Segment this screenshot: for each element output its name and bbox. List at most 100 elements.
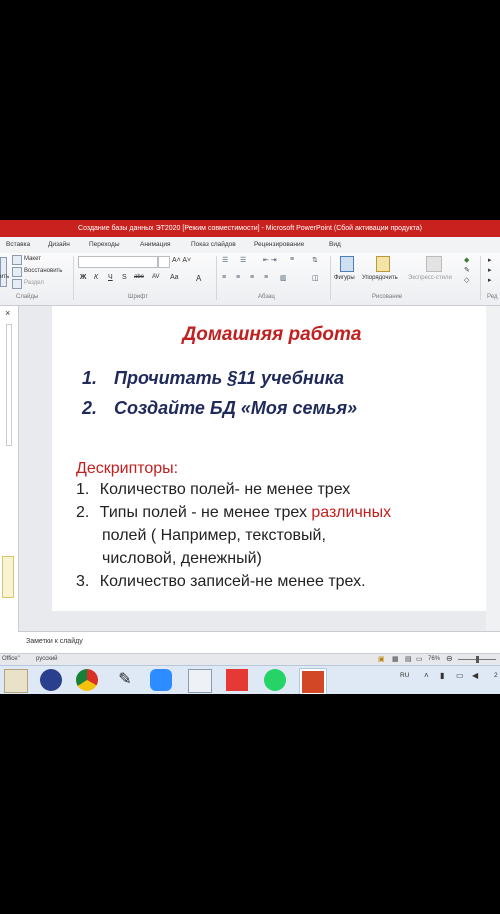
shape-effects-icon[interactable]: ◇ <box>464 276 469 284</box>
close-pane-icon[interactable]: × <box>5 308 10 318</box>
language-indicator[interactable]: русский <box>36 656 58 662</box>
font-name-combo[interactable] <box>78 256 158 268</box>
powerpoint-icon[interactable] <box>299 668 327 694</box>
align-center-icon[interactable]: ≡ <box>236 274 240 281</box>
tab-design[interactable]: Дизайн <box>48 241 70 248</box>
tab-review[interactable]: Рецензирование <box>254 241 304 248</box>
shape-outline-icon[interactable]: ✎ <box>464 266 470 274</box>
calculator-icon[interactable] <box>188 669 212 693</box>
reset-icon <box>12 267 22 277</box>
battery-icon[interactable]: ▭ <box>456 671 464 680</box>
strikethrough-button[interactable]: abe <box>134 274 144 280</box>
align-right-icon[interactable]: ≡ <box>250 274 254 281</box>
task-text: Прочитать §11 учебника <box>114 368 345 388</box>
indent-icon[interactable]: ⇤ ⇥ <box>263 256 277 264</box>
reading-view-icon[interactable]: ▤ <box>405 655 412 663</box>
zoom-app-icon[interactable] <box>150 669 172 691</box>
zoom-out-icon[interactable]: ⊖ <box>446 654 453 663</box>
spacing-button[interactable]: AV <box>152 274 160 280</box>
shape-fill-icon[interactable]: ◆ <box>464 256 469 264</box>
theme-name: Office" <box>2 656 20 662</box>
numbering-icon[interactable]: ☰ <box>240 256 246 264</box>
media-player-icon[interactable] <box>40 669 62 691</box>
replace-icon[interactable]: ▸ <box>488 266 492 274</box>
quick-styles-icon <box>426 256 442 272</box>
language-tray[interactable]: RU <box>400 672 409 679</box>
drawing-group-label: Рисование <box>372 294 403 300</box>
arrange-button[interactable]: Упорядочить <box>362 275 398 281</box>
descriptor-continuation: полей ( Например, текстовый, <box>102 527 326 544</box>
slides-pane-scrollbar[interactable] <box>6 324 12 446</box>
slideshow-icon[interactable]: ▭ <box>416 655 423 663</box>
descriptor-text: Количество записей-не менее трех. <box>99 573 366 590</box>
notes-placeholder: Заметки к слайду <box>26 638 83 645</box>
bullets-icon[interactable]: ☰ <box>222 256 228 264</box>
bold-button[interactable]: Ж <box>80 274 86 281</box>
font-size-combo[interactable] <box>158 256 170 268</box>
whatsapp-icon[interactable] <box>264 669 286 691</box>
tab-animations[interactable]: Анимация <box>140 241 171 248</box>
task-number: 1. <box>82 368 98 388</box>
group-divider <box>330 256 331 300</box>
italic-button[interactable]: К <box>94 274 98 281</box>
descriptor-item: 2. Типы полей - не менее трех различных <box>76 504 391 522</box>
descriptor-text: Типы полей - не менее трех <box>99 504 312 521</box>
align-left-icon[interactable]: ≡ <box>222 274 226 281</box>
grow-shrink-font-buttons[interactable]: A˄ A˅ <box>172 257 191 264</box>
paste-icon[interactable] <box>0 257 7 287</box>
slide-title: Домашняя работа <box>182 324 362 345</box>
tab-transitions[interactable]: Переходы <box>89 241 120 248</box>
text-direction-icon[interactable]: ⇅ <box>312 256 318 264</box>
volume-icon[interactable]: ◀ <box>472 671 478 680</box>
reset-button[interactable]: Восстановить <box>24 268 62 274</box>
arrange-icon <box>376 256 390 272</box>
shapes-button[interactable]: Фигуры <box>334 275 355 281</box>
tray-arrow-icon[interactable]: ˄ <box>424 671 429 680</box>
descriptors-heading: Дескрипторы: <box>76 460 179 477</box>
network-icon[interactable]: ▮ <box>440 671 444 680</box>
smartart-icon[interactable]: ◫ <box>312 274 319 282</box>
section-button[interactable]: Раздел <box>24 280 44 286</box>
font-color-button[interactable]: A <box>196 274 201 283</box>
font-group-label: Шрифт <box>128 294 148 300</box>
slide-sorter-icon[interactable]: ▦ <box>392 655 399 663</box>
select-icon[interactable]: ▸ <box>488 276 492 284</box>
ribbon: ить Макет Восстановить Раздел Слайды A˄ … <box>0 253 500 306</box>
work-area: × Домашняя работа 1. Прочитать §11 учебн… <box>0 306 500 631</box>
descriptor-number: 1. <box>76 481 90 498</box>
descriptor-text: Количество полей- не менее трех <box>99 481 351 498</box>
taskbar: ✎ RU ˄ ▮ ▭ ◀ 2 <box>0 665 500 694</box>
tab-view[interactable]: Вид <box>329 241 341 248</box>
zoom-level[interactable]: 76% <box>428 656 440 662</box>
normal-view-icon[interactable]: ▣ <box>378 655 385 663</box>
tab-insert[interactable]: Вставка <box>6 241 30 248</box>
justify-icon[interactable]: ≡ <box>264 274 268 281</box>
layout-button[interactable]: Макет <box>24 256 41 262</box>
group-divider <box>73 256 74 300</box>
descriptor-number: 2. <box>76 504 90 521</box>
file-explorer-icon[interactable] <box>4 669 28 693</box>
change-case-button[interactable]: Aa <box>170 274 179 281</box>
zoom-slider-thumb[interactable] <box>476 656 479 663</box>
line-spacing-icon[interactable]: ≡ <box>290 256 294 263</box>
find-icon[interactable]: ▸ <box>488 256 492 264</box>
slide-thumbnail[interactable] <box>2 556 14 598</box>
chrome-icon[interactable] <box>76 669 98 691</box>
shadow-button[interactable]: S <box>122 274 127 281</box>
notes-pane[interactable]: Заметки к слайду <box>18 631 500 654</box>
pen-icon[interactable]: ✎ <box>114 669 136 691</box>
underline-button[interactable]: Ч <box>108 274 113 281</box>
clock: 2 <box>494 672 498 679</box>
slides-pane: × <box>0 306 19 631</box>
columns-icon[interactable]: ▥ <box>280 274 287 282</box>
paragraph-group-label: Абзац <box>258 294 275 300</box>
task-item: 2. Создайте БД «Моя семья» <box>82 398 357 419</box>
descriptor-number: 3. <box>76 573 90 590</box>
window-title: Создание базы данных ЭТ2020 [Режим совме… <box>0 220 500 237</box>
quick-styles-button[interactable]: Экспресс-стили <box>408 275 452 281</box>
slide-canvas[interactable]: Домашняя работа 1. Прочитать §11 учебник… <box>52 306 500 611</box>
app-icon[interactable] <box>226 669 248 691</box>
vertical-scrollbar[interactable] <box>486 306 500 631</box>
tab-slideshow[interactable]: Показ слайдов <box>191 241 236 248</box>
task-number: 2. <box>82 398 98 418</box>
